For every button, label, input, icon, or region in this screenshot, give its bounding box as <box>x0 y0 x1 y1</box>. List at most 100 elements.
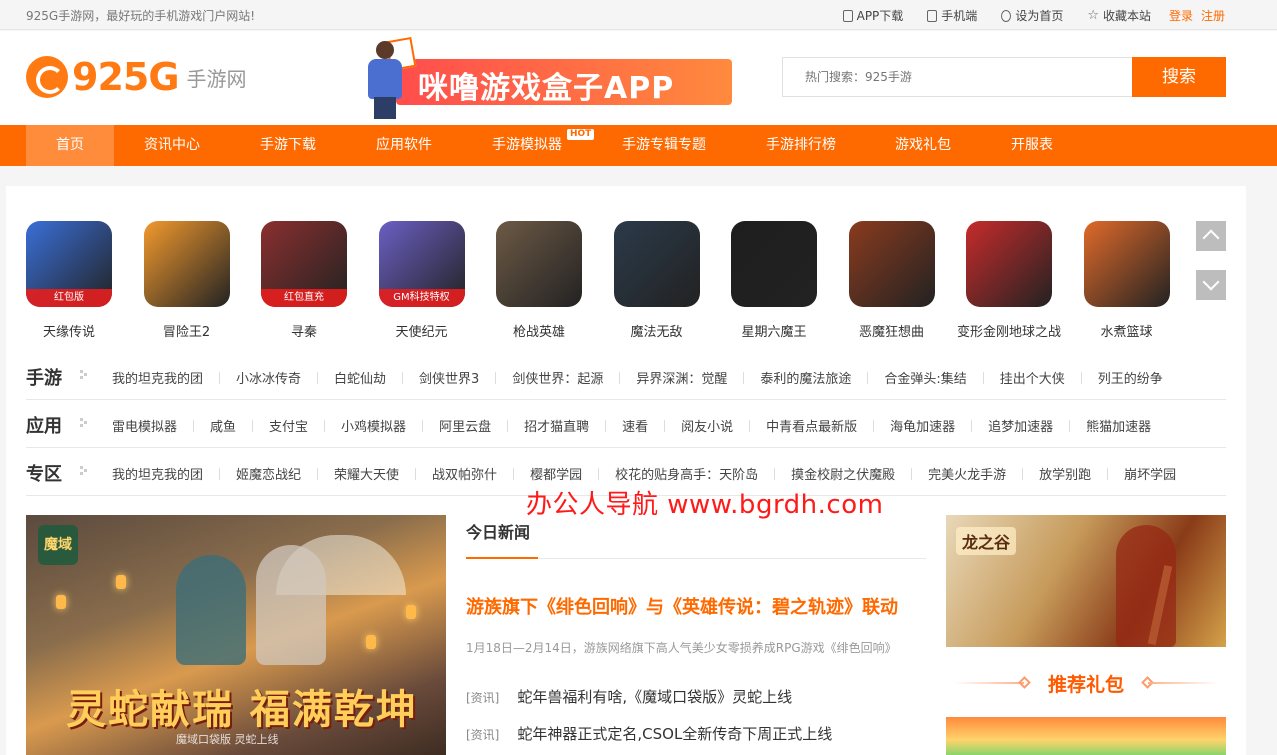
category-link[interactable]: 速看 <box>622 416 648 435</box>
category-link[interactable]: 樱都学园 <box>530 464 582 483</box>
nav-emulator[interactable]: 手游模拟器 <box>482 125 572 166</box>
site-logo[interactable]: 925G 手游网 <box>26 55 247 99</box>
nav-ranking[interactable]: 手游排行榜 <box>756 125 846 166</box>
scroll-down-button[interactable] <box>1196 270 1226 300</box>
category-link[interactable]: 中青看点最新版 <box>766 416 857 435</box>
nav-server-list[interactable]: 开服表 <box>1000 125 1064 166</box>
news-item[interactable]: [资讯] 蛇年神器正式定名,CSOL全新传奇下周正式上线 <box>466 723 926 744</box>
category-link[interactable]: 挂出个大侠 <box>1000 368 1065 387</box>
category-link[interactable]: 列王的纷争 <box>1098 368 1163 387</box>
category-link[interactable]: 放学别跑 <box>1039 464 1091 483</box>
game-item[interactable]: 变形金刚地球之战 <box>950 221 1068 340</box>
game-name[interactable]: 天缘传说 <box>10 321 128 340</box>
game-item[interactable]: 冒险王2 <box>128 221 246 340</box>
side-game-logo: 龙之谷 <box>956 527 1017 555</box>
game-icon[interactable] <box>1083 221 1170 307</box>
category-link[interactable]: 追梦加速器 <box>988 416 1053 435</box>
game-name[interactable]: 恶魔狂想曲 <box>833 321 951 340</box>
category-link[interactable]: 我的坦克我的团 <box>112 464 203 483</box>
game-item[interactable]: GM科技特权天使纪元 <box>363 221 481 340</box>
game-name[interactable]: 变形金刚地球之战 <box>950 321 1068 340</box>
app-banner[interactable]: 咪噜游戏盒子APP <box>346 36 732 119</box>
category-link[interactable]: 摸金校尉之伏魔殿 <box>791 464 895 483</box>
separator <box>402 372 404 384</box>
nav-home[interactable]: 首页 <box>26 125 114 166</box>
game-icon[interactable] <box>143 221 230 307</box>
category-link[interactable]: 崩坏学园 <box>1124 464 1176 483</box>
search-input[interactable] <box>783 58 1133 96</box>
gift-banner[interactable] <box>946 717 1226 755</box>
game-item[interactable]: 星期六魔王 <box>715 221 833 340</box>
category-link[interactable]: 阅友小说 <box>681 416 733 435</box>
category-link[interactable]: 剑侠世界3 <box>419 368 479 387</box>
category-link[interactable]: 阿里云盘 <box>439 416 491 435</box>
category-link[interactable]: 支付宝 <box>269 416 308 435</box>
category-link[interactable]: 海龟加速器 <box>890 416 955 435</box>
nav-news[interactable]: 资讯中心 <box>128 125 216 166</box>
register-link[interactable]: 注册 <box>1201 7 1225 24</box>
side-game-banner[interactable]: 龙之谷 <box>946 515 1226 647</box>
game-item[interactable]: 恶魔狂想曲 <box>833 221 951 340</box>
news-top-title[interactable]: 游族旗下《绯色回响》与《英雄传说：碧之轨迹》联动 <box>466 593 926 619</box>
category-link[interactable]: 姬魔恋战纪 <box>236 464 301 483</box>
nav-topics[interactable]: 手游专辑专题 <box>612 125 716 166</box>
game-name[interactable]: 天使纪元 <box>363 321 481 340</box>
category-row: 应用 雷电模拟器 咸鱼 支付宝 小鸡模拟器 阿里云盘 招才猫直聘 速看 阅友小说 中青看点最新版 海… <box>26 400 1226 448</box>
game-name[interactable]: 寻秦 <box>245 321 363 340</box>
site-slogan: 925G手游网，最好玩的手机游戏门户网站! <box>26 9 256 23</box>
category-link[interactable]: 小鸡模拟器 <box>341 416 406 435</box>
set-homepage-link[interactable]: 设为首页 <box>1001 7 1063 24</box>
game-name[interactable]: 魔法无敌 <box>598 321 716 340</box>
category-link[interactable]: 雷电模拟器 <box>112 416 177 435</box>
scroll-up-button[interactable] <box>1196 221 1226 251</box>
game-item[interactable]: 红包直充 寻秦 <box>245 221 363 340</box>
category-link[interactable]: 合金弹头:集结 <box>884 368 966 387</box>
mobile-link[interactable]: 手机端 <box>927 7 977 24</box>
game-icon[interactable] <box>496 221 582 307</box>
category-link[interactable]: 校花的贴身高手：天阶岛 <box>615 464 758 483</box>
nav-game-download[interactable]: 手游下载 <box>244 125 332 166</box>
separator <box>317 372 319 384</box>
category-link[interactable]: 异界深渊：觉醒 <box>636 368 727 387</box>
separator <box>774 468 776 480</box>
nav-gift[interactable]: 游戏礼包 <box>884 125 962 166</box>
top-bar: 925G手游网，最好玩的手机游戏门户网站! APP下载 手机端 设为首页 ☆ 收藏… <box>0 0 1277 30</box>
category-link[interactable]: 小冰冰传奇 <box>236 368 301 387</box>
game-icon[interactable]: GM科技特权 <box>378 221 465 307</box>
search-button[interactable]: 搜索 <box>1132 57 1226 97</box>
category-link[interactable]: 白蛇仙劫 <box>334 368 386 387</box>
category-link[interactable]: 招才猫直聘 <box>524 416 589 435</box>
main-nav: 首页 资讯中心 手游下载 应用软件 手游模拟器 HOT 手游专辑专题 手游排行榜… <box>0 125 1277 166</box>
game-name[interactable]: 枪战英雄 <box>480 321 598 340</box>
game-icon[interactable]: 红包版 <box>26 221 112 307</box>
category-link[interactable]: 泰利的魔法旅途 <box>760 368 851 387</box>
hot-badge: HOT <box>567 129 595 140</box>
feature-banner[interactable]: 魔域 灵蛇献瑞 福满乾坤 魔域口袋版 灵蛇上线 <box>26 515 446 755</box>
game-icon[interactable]: 红包直充 <box>261 221 347 307</box>
category-link[interactable]: 战双帕弥什 <box>432 464 497 483</box>
news-item[interactable]: [资讯] 蛇年兽福利有啥,《魔域口袋版》灵蛇上线 <box>466 686 926 707</box>
category-link[interactable]: 我的坦克我的团 <box>112 368 203 387</box>
game-icon[interactable] <box>848 221 935 307</box>
category-link[interactable]: 完美火龙手游 <box>928 464 1006 483</box>
search-box: 搜索 <box>782 57 1226 97</box>
game-item[interactable]: 枪战英雄 <box>480 221 598 340</box>
game-icon[interactable] <box>966 221 1052 307</box>
category-link[interactable]: 熊猫加速器 <box>1086 416 1151 435</box>
game-item[interactable]: 魔法无敌 <box>598 221 716 340</box>
separator <box>1080 372 1082 384</box>
bookmark-link[interactable]: ☆ 收藏本站 <box>1087 7 1151 24</box>
game-icon[interactable] <box>731 221 817 307</box>
game-item[interactable]: 红包版 天缘传说 <box>10 221 128 340</box>
game-name[interactable]: 冒险王2 <box>128 321 246 340</box>
category-link[interactable]: 剑侠世界：起源 <box>512 368 603 387</box>
game-icon[interactable] <box>613 221 700 307</box>
app-download-link[interactable]: APP下载 <box>842 7 903 24</box>
category-link[interactable]: 咸鱼 <box>210 416 236 435</box>
game-name[interactable]: 星期六魔王 <box>715 321 833 340</box>
category-link[interactable]: 荣耀大天使 <box>334 464 399 483</box>
login-link[interactable]: 登录 <box>1169 7 1193 24</box>
nav-apps[interactable]: 应用软件 <box>360 125 448 166</box>
game-name[interactable]: 水煮篮球 <box>1068 321 1186 340</box>
game-item[interactable]: 水煮篮球 <box>1068 221 1186 340</box>
